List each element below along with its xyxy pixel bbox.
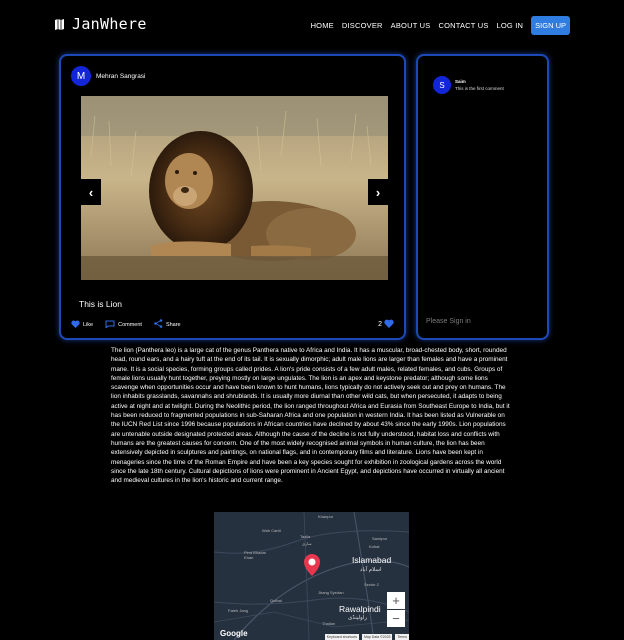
comment-item: S Saim This is the first comment: [433, 76, 504, 94]
nav-contact-us[interactable]: CONTACT US: [438, 21, 488, 30]
like-button[interactable]: Like: [71, 320, 93, 330]
map-city-local: راولپنڈی: [348, 615, 368, 621]
comment-button[interactable]: Comment: [105, 320, 142, 330]
comment-author: Saim: [455, 79, 466, 84]
map-label: Wah Cantt: [262, 528, 281, 533]
like-label: Like: [83, 321, 94, 328]
brand-name: JanWhere: [72, 15, 147, 33]
map-label: Pind Bhadar Khan: [244, 550, 267, 560]
map-city-islamabad[interactable]: Islamabad: [352, 555, 391, 565]
terms-link[interactable]: Terms: [395, 634, 409, 640]
zoom-out-button[interactable]: −: [387, 610, 405, 627]
carousel-next-button[interactable]: ›: [368, 179, 388, 205]
post-caption: This is Lion: [79, 299, 122, 309]
map-label: Thalian: [322, 621, 336, 626]
map-label: Kohat: [369, 544, 380, 549]
like-count-value: 2: [378, 321, 382, 328]
share-label: Share: [165, 321, 181, 328]
map-label: Jhang Syedan: [318, 590, 344, 595]
brand[interactable]: JanWhere: [55, 15, 147, 33]
nav-menu: HOME DISCOVER ABOUT US CONTACT US LOG IN…: [303, 16, 570, 35]
nav-discover[interactable]: DISCOVER: [342, 21, 383, 30]
keyboard-shortcuts-link[interactable]: Keyboard shortcuts: [324, 634, 359, 640]
top-nav: JanWhere HOME DISCOVER ABOUT US CONTACT …: [0, 0, 624, 50]
nav-about-us[interactable]: ABOUT US: [391, 21, 431, 30]
share-button[interactable]: Share: [154, 319, 181, 330]
map-label: Fateh Jang: [228, 608, 249, 613]
share-icon: [154, 319, 163, 330]
author-name[interactable]: Mehran Sangrasi: [96, 73, 146, 80]
map-icon: [55, 18, 64, 30]
avatar[interactable]: M: [71, 66, 91, 86]
lion-photo: [81, 96, 388, 280]
carousel-prev-button[interactable]: ‹: [81, 179, 101, 205]
nav-home[interactable]: HOME: [311, 21, 334, 30]
map-label: Taxila: [300, 534, 311, 539]
map-label: Khanpur: [318, 514, 334, 519]
comments-card: S Saim This is the first comment Please …: [416, 54, 549, 340]
comment-label: Comment: [118, 321, 142, 328]
post-description: The lion (Panthera leo) is a large cat o…: [111, 347, 510, 485]
heart-icon: [71, 320, 80, 330]
post-card: M Mehran Sangrasi ‹ › This is Lion Like …: [59, 54, 406, 340]
map[interactable]: Khanpur Wah Cantt Taxila ساری Sandpur Ko…: [214, 512, 409, 640]
avatar[interactable]: S: [433, 76, 451, 94]
map-city-rawalpindi[interactable]: Rawalpindi: [339, 604, 381, 614]
zoom-in-button[interactable]: +: [387, 592, 405, 609]
map-data-text: Map Data ©2023: [361, 634, 393, 640]
nav-log-in[interactable]: LOG IN: [497, 21, 524, 30]
map-label: Sector 2: [364, 582, 379, 587]
like-count[interactable]: 2: [378, 319, 394, 330]
map-label: ساری: [302, 541, 312, 546]
heart-icon: [384, 319, 394, 330]
comment-text: This is the first comment: [455, 86, 504, 91]
sign-up-button[interactable]: SIGN UP: [531, 16, 570, 35]
map-attribution: Keyboard shortcuts Map Data ©2023 Terms: [324, 634, 409, 640]
post-header: M Mehran Sangrasi: [71, 66, 146, 86]
map-label: Qutbal: [270, 598, 282, 603]
map-label: Sandpur: [372, 536, 388, 541]
map-city-local: اسلام آباد: [360, 567, 382, 573]
comment-icon: [105, 320, 115, 330]
google-logo[interactable]: Google: [220, 629, 248, 638]
post-actions: Like Comment Share: [71, 319, 181, 330]
map-marker-icon[interactable]: [304, 552, 320, 576]
sign-in-prompt[interactable]: Please Sign in: [426, 318, 471, 325]
